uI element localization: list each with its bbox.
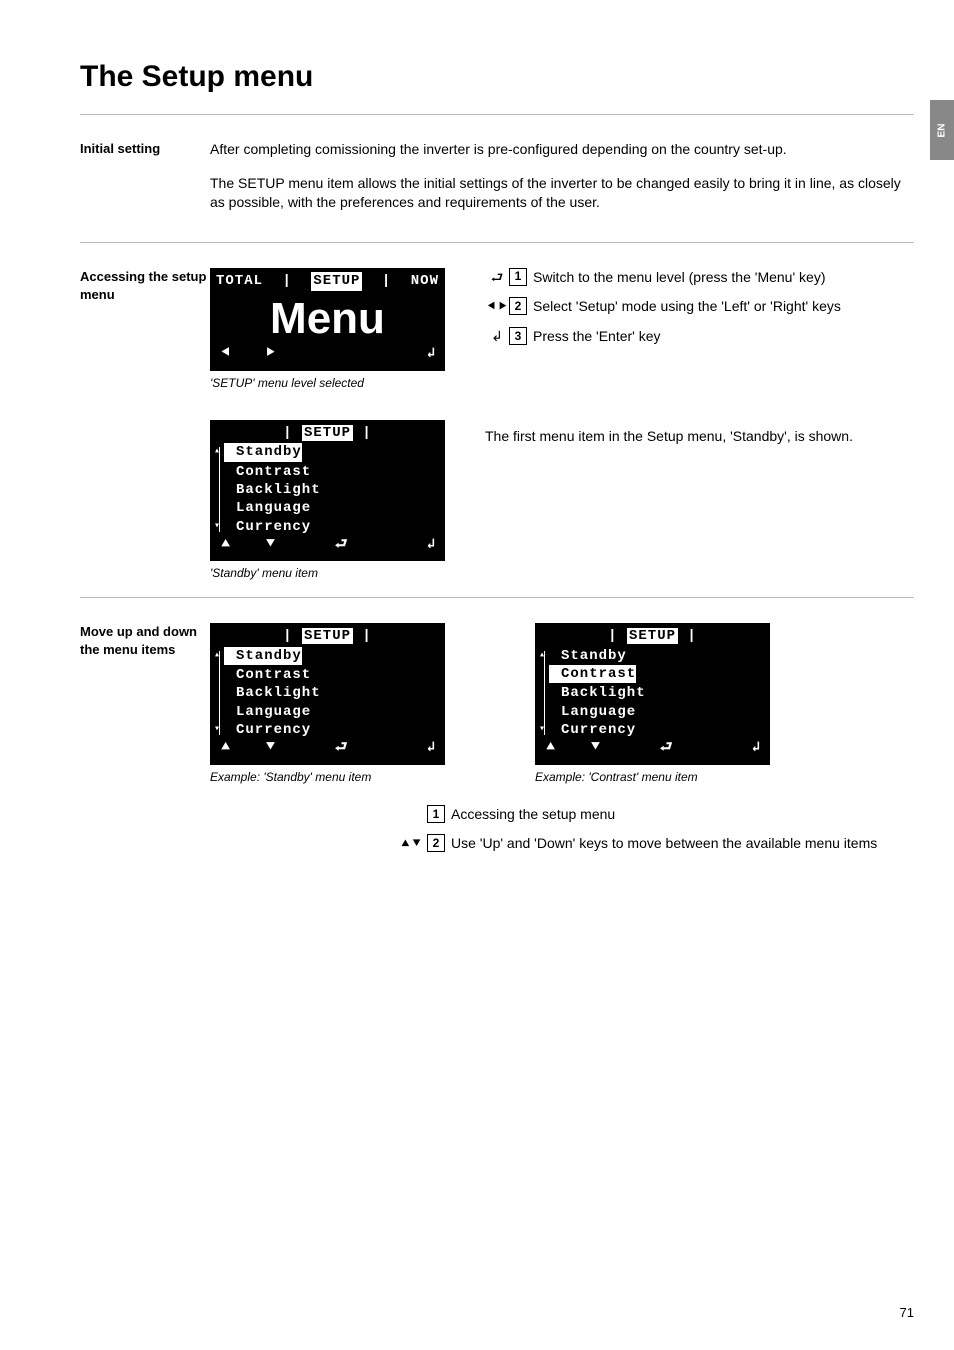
list-item: Backlight	[224, 684, 439, 702]
step-number-3: 3	[509, 327, 527, 345]
list-item: Standby	[224, 647, 302, 665]
page-title: The Setup menu	[80, 60, 914, 94]
step-text: Select 'Setup' mode using the 'Left' or …	[533, 297, 841, 316]
scroll-down-icon: ▾	[214, 520, 220, 534]
list-item: Backlight	[224, 481, 439, 499]
list-item: Standby	[224, 443, 302, 461]
step-number-1: 1	[427, 805, 445, 823]
step-text: Switch to the menu level (press the 'Men…	[533, 268, 825, 287]
list-item: Language	[549, 703, 764, 721]
arrow-down-icon: ⯆	[590, 740, 601, 756]
initial-para-2: The SETUP menu item allows the initial s…	[210, 174, 914, 213]
arrow-up-icon: ⯅	[545, 740, 556, 756]
step-number-1: 1	[509, 268, 527, 286]
arrow-left-icon: ⯇ ⯈	[220, 345, 276, 365]
step-text: Press the 'Enter' key	[533, 327, 661, 346]
step-text: Accessing the setup menu	[451, 805, 615, 824]
section-heading-accessing: Accessing the setup menu	[80, 268, 210, 582]
enter-icon: ↲	[485, 327, 509, 347]
divider	[80, 242, 914, 243]
arrow-up-icon: ⯅	[220, 740, 231, 756]
section-heading-initial: Initial setting	[80, 140, 210, 227]
arrow-up-icon: ⯅	[220, 537, 231, 553]
list-item: Currency	[549, 721, 764, 739]
list-item: Backlight	[549, 684, 764, 702]
scroll-down-icon: ▾	[214, 723, 220, 737]
enter-icon: ↲	[427, 739, 435, 759]
step-number-2: 2	[427, 834, 445, 852]
back-icon: ⮐	[335, 740, 348, 756]
lcdB-caption: Example: 'Contrast' menu item	[535, 769, 770, 786]
lcd-pipe: |	[382, 272, 391, 292]
initial-para-1: After completing comissioning the invert…	[210, 140, 914, 160]
enter-icon: ↲	[752, 739, 760, 759]
lcd2-caption: 'Standby' menu item	[210, 565, 445, 582]
arrow-down-icon: ⯆	[265, 537, 276, 553]
divider	[80, 114, 914, 115]
divider	[80, 597, 914, 598]
list-item: Currency	[224, 721, 439, 739]
list-item: Contrast	[549, 665, 636, 683]
step-text: Use 'Up' and 'Down' keys to move between…	[451, 834, 877, 853]
lcd-big-menu: Menu	[216, 297, 439, 341]
page-number: 71	[900, 1305, 914, 1320]
list-item: Standby	[549, 647, 764, 665]
back-icon: ⮐	[660, 740, 673, 756]
lcd-tab-setup: SETUP	[311, 272, 362, 292]
back-icon: ⮐	[335, 537, 348, 553]
lcd-example-contrast: | SETUP | ▴ Standby Contrast Backlight L…	[535, 623, 770, 765]
arrow-down-icon: ⯆	[265, 740, 276, 756]
lcd-menu-level: TOTAL | SETUP | NOW Menu ⯇ ⯈ ↲	[210, 268, 445, 371]
list-item: Language	[224, 499, 439, 517]
enter-icon: ↲	[427, 345, 435, 365]
step-note: The first menu item in the Setup menu, '…	[485, 427, 914, 446]
up-down-arrows-icon: ⯅⯆	[395, 834, 427, 854]
section-heading-move: Move up and down the menu items	[80, 623, 210, 864]
back-arrow-icon: ⮐	[485, 268, 509, 288]
language-tab: EN	[930, 100, 954, 160]
lcd-pipe: |	[283, 272, 292, 292]
lcd-header-setup: SETUP	[627, 628, 678, 644]
step-number-2: 2	[509, 297, 527, 315]
lcd-setup-list-1: | SETUP | ▴ Standby Contrast Backlight L…	[210, 420, 445, 562]
scroll-down-icon: ▾	[539, 723, 545, 737]
list-item: Currency	[224, 518, 439, 536]
lcd-tab-now: NOW	[411, 272, 439, 292]
lcdA-caption: Example: 'Standby' menu item	[210, 769, 445, 786]
list-item: Language	[224, 703, 439, 721]
left-right-arrows-icon: ⯇⯈	[485, 297, 509, 317]
list-item: Contrast	[224, 666, 439, 684]
list-item: Contrast	[224, 463, 439, 481]
lcd-tab-total: TOTAL	[216, 272, 263, 292]
lcd-header-setup: SETUP	[302, 425, 353, 441]
lcd-header-setup: SETUP	[302, 628, 353, 644]
lcd-example-standby: | SETUP | ▴ Standby Contrast Backlight L…	[210, 623, 445, 765]
lcd1-caption: 'SETUP' menu level selected	[210, 375, 445, 392]
enter-icon: ↲	[427, 536, 435, 556]
